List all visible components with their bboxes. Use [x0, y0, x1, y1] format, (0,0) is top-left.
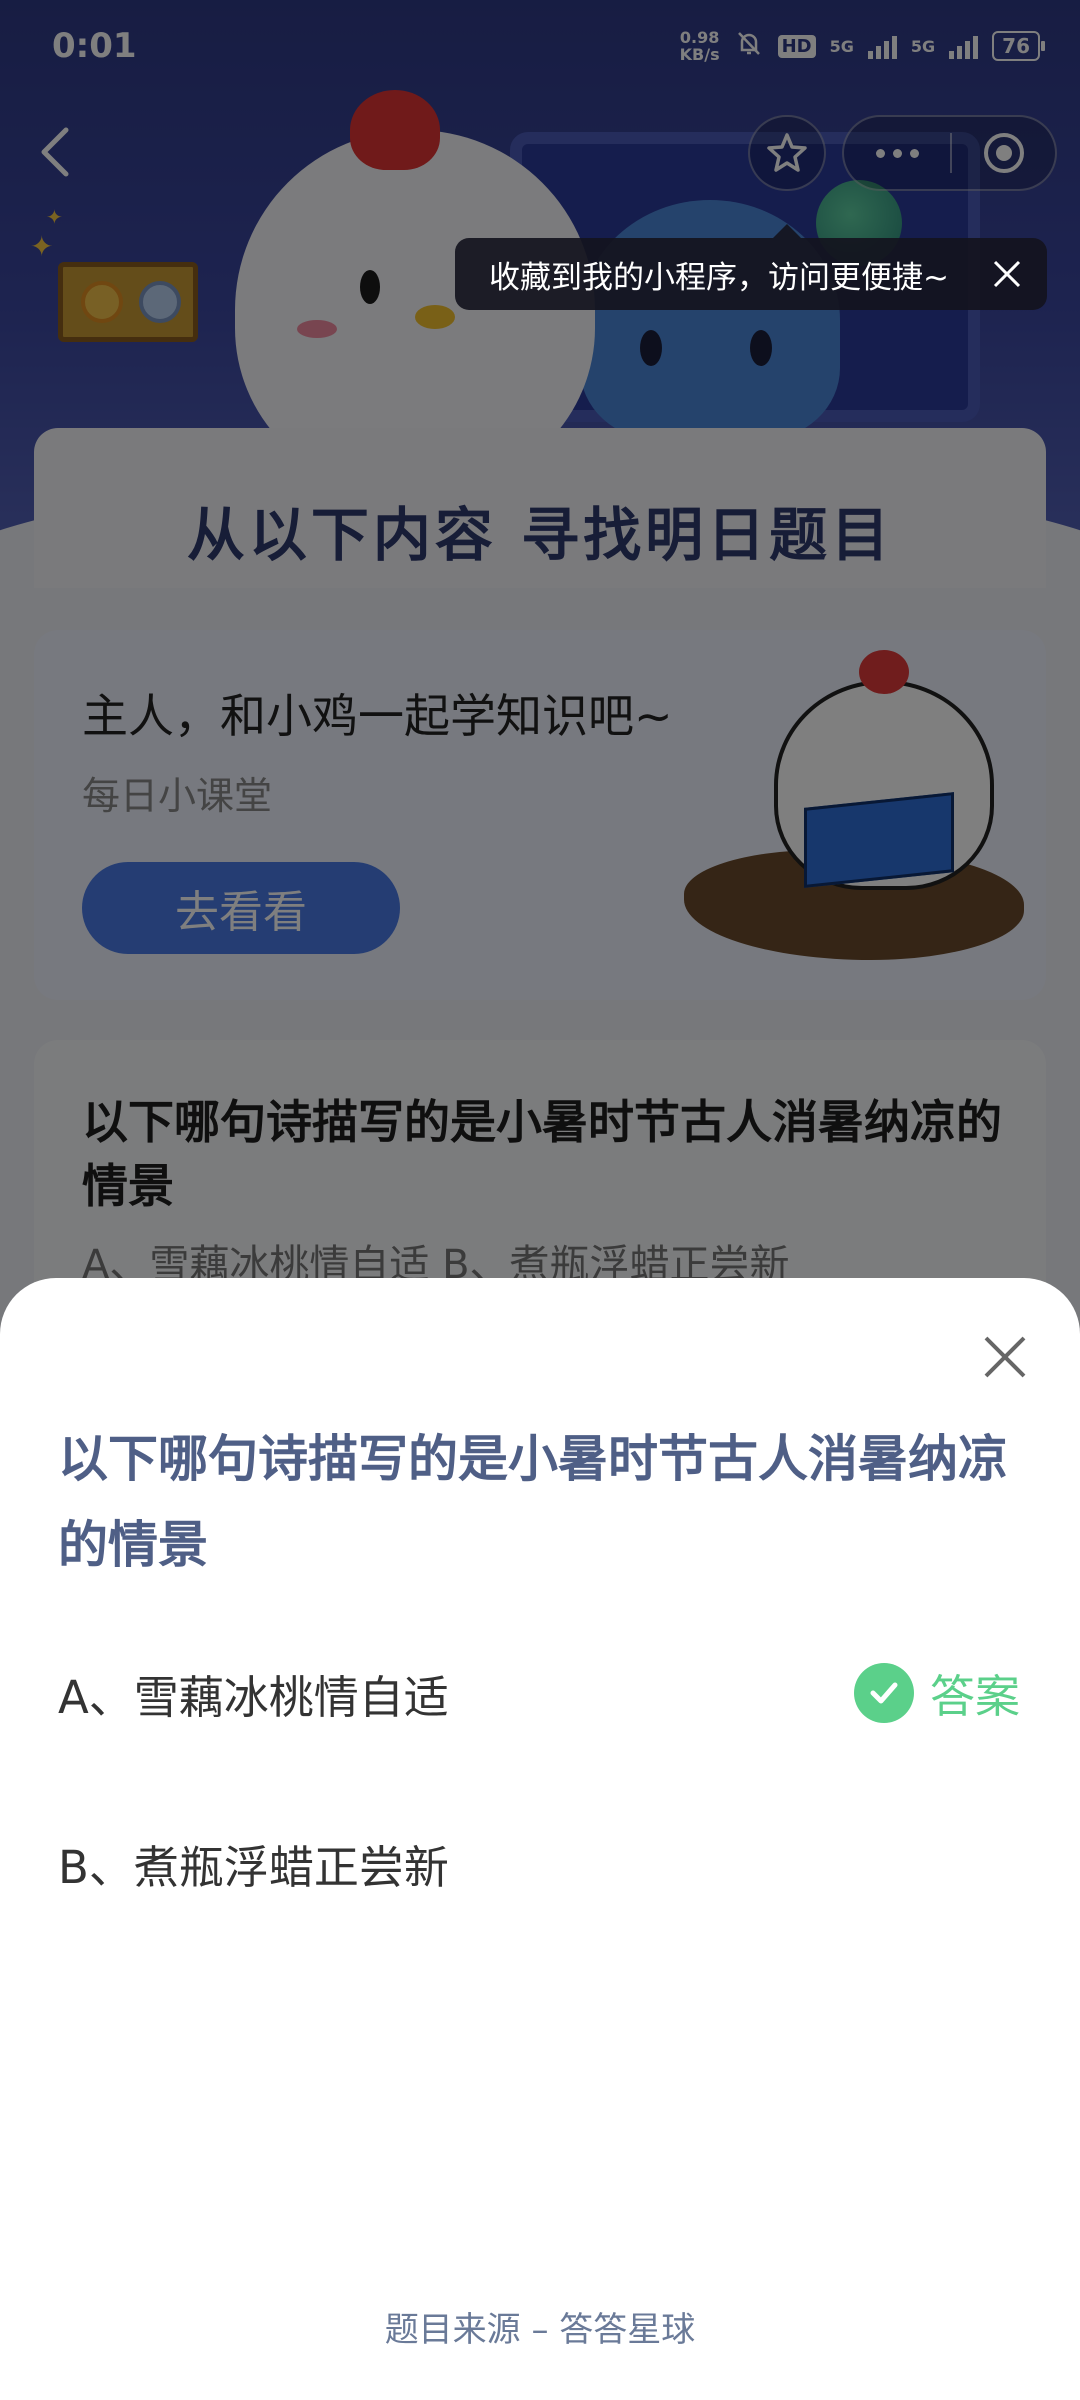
- favorite-tooltip: 收藏到我的小程序，访问更便捷~: [455, 224, 1047, 310]
- close-icon[interactable]: [989, 256, 1025, 292]
- option-b[interactable]: B、煮瓶浮蜡正尝新: [58, 1818, 1020, 1908]
- option-a-label: A、雪藕冰桃情自适: [58, 1670, 449, 1724]
- option-b-label: B、煮瓶浮蜡正尝新: [58, 1840, 449, 1894]
- option-a[interactable]: A、雪藕冰桃情自适 答案: [58, 1648, 1020, 1738]
- tooltip-text: 收藏到我的小程序，访问更便捷~: [489, 259, 949, 296]
- answer-sheet: 以下哪句诗描写的是小暑时节古人消暑纳凉的情景 A、雪藕冰桃情自适 答案 B、煮瓶…: [0, 1278, 1080, 2400]
- sheet-question-title: 以下哪句诗描写的是小暑时节古人消暑纳凉的情景: [58, 1430, 1008, 1574]
- close-icon[interactable]: [980, 1332, 1030, 1382]
- answer-indicator: 答案: [853, 1660, 1020, 1725]
- answer-label: 答案: [929, 1670, 1020, 1723]
- check-icon: [853, 1662, 914, 1723]
- question-source: 题目来源 – 答答星球: [384, 2310, 696, 2350]
